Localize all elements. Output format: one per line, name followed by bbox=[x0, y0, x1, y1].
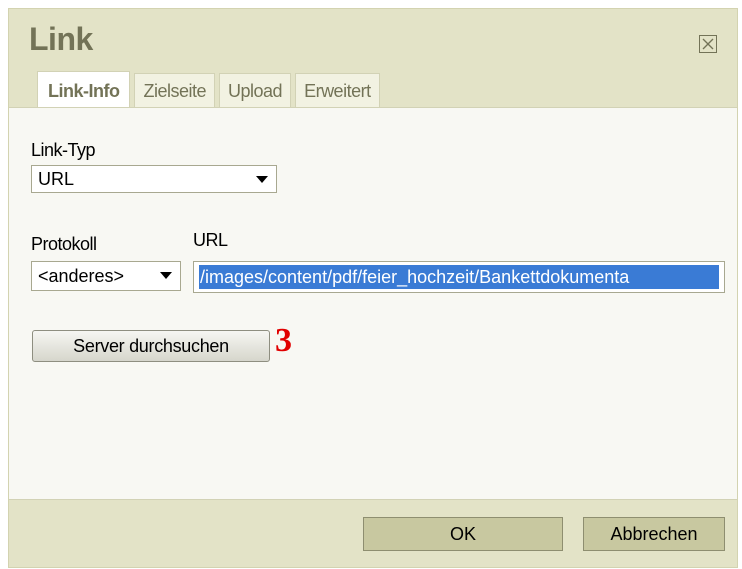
protocol-label: Protokoll bbox=[31, 234, 97, 254]
protocol-value: <anderes> bbox=[38, 266, 125, 286]
chevron-down-icon bbox=[160, 272, 172, 279]
close-icon[interactable] bbox=[699, 35, 717, 53]
protocol-select[interactable]: <anderes> bbox=[31, 261, 181, 291]
tab-bar: Link-Info Zielseite Upload Erweitert bbox=[37, 71, 384, 109]
dialog-title: Link bbox=[29, 21, 93, 57]
tab-upload[interactable]: Upload bbox=[219, 73, 292, 107]
link-type-label: Link-Typ bbox=[31, 140, 96, 160]
url-input[interactable]: /images/content/pdf/feier_hochzeit/Banke… bbox=[193, 261, 725, 293]
tab-erweitert[interactable]: Erweitert bbox=[295, 73, 380, 107]
url-label: URL bbox=[193, 230, 228, 250]
ok-button[interactable]: OK bbox=[363, 517, 563, 551]
annotation-number: 3 bbox=[275, 322, 292, 359]
link-type-value: URL bbox=[38, 169, 75, 189]
tab-content-panel: Link-Typ URL Protokoll URL <anderes> /im… bbox=[9, 107, 737, 500]
tab-link-info[interactable]: Link-Info bbox=[37, 71, 131, 109]
url-input-value: /images/content/pdf/feier_hochzeit/Banke… bbox=[199, 265, 719, 289]
link-dialog: Link Link-Info Zielseite Upload Erweiter… bbox=[8, 8, 738, 568]
tab-zielseite[interactable]: Zielseite bbox=[134, 73, 216, 107]
link-type-select[interactable]: URL bbox=[31, 165, 277, 193]
cancel-button[interactable]: Abbrechen bbox=[583, 517, 725, 551]
chevron-down-icon bbox=[256, 176, 268, 183]
browse-server-button[interactable]: Server durchsuchen bbox=[32, 330, 270, 362]
